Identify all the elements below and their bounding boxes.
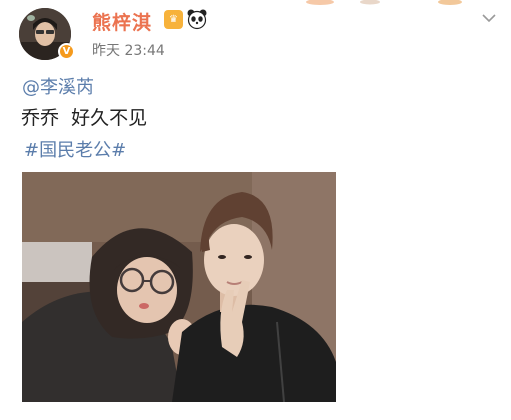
- member-crown-icon[interactable]: ♛: [164, 10, 183, 29]
- panda-icon: [187, 9, 207, 30]
- mention-link[interactable]: @李溪芮: [22, 73, 94, 99]
- post-text: 乔乔 好久不见: [21, 107, 148, 129]
- top-decoration: [306, 0, 462, 5]
- post-timestamp: 昨天 23:44: [92, 43, 165, 59]
- weibo-post: V 熊梓淇 ♛ 昨天 23:44 @李溪芮 乔乔 好久不见 #国民老公#: [0, 0, 511, 420]
- hashtag-link[interactable]: #国民老公#: [24, 136, 126, 162]
- post-photo[interactable]: [22, 172, 336, 402]
- author-name[interactable]: 熊梓淇: [92, 8, 152, 35]
- verified-v-icon: V: [58, 43, 75, 60]
- chevron-down-icon[interactable]: [481, 12, 497, 24]
